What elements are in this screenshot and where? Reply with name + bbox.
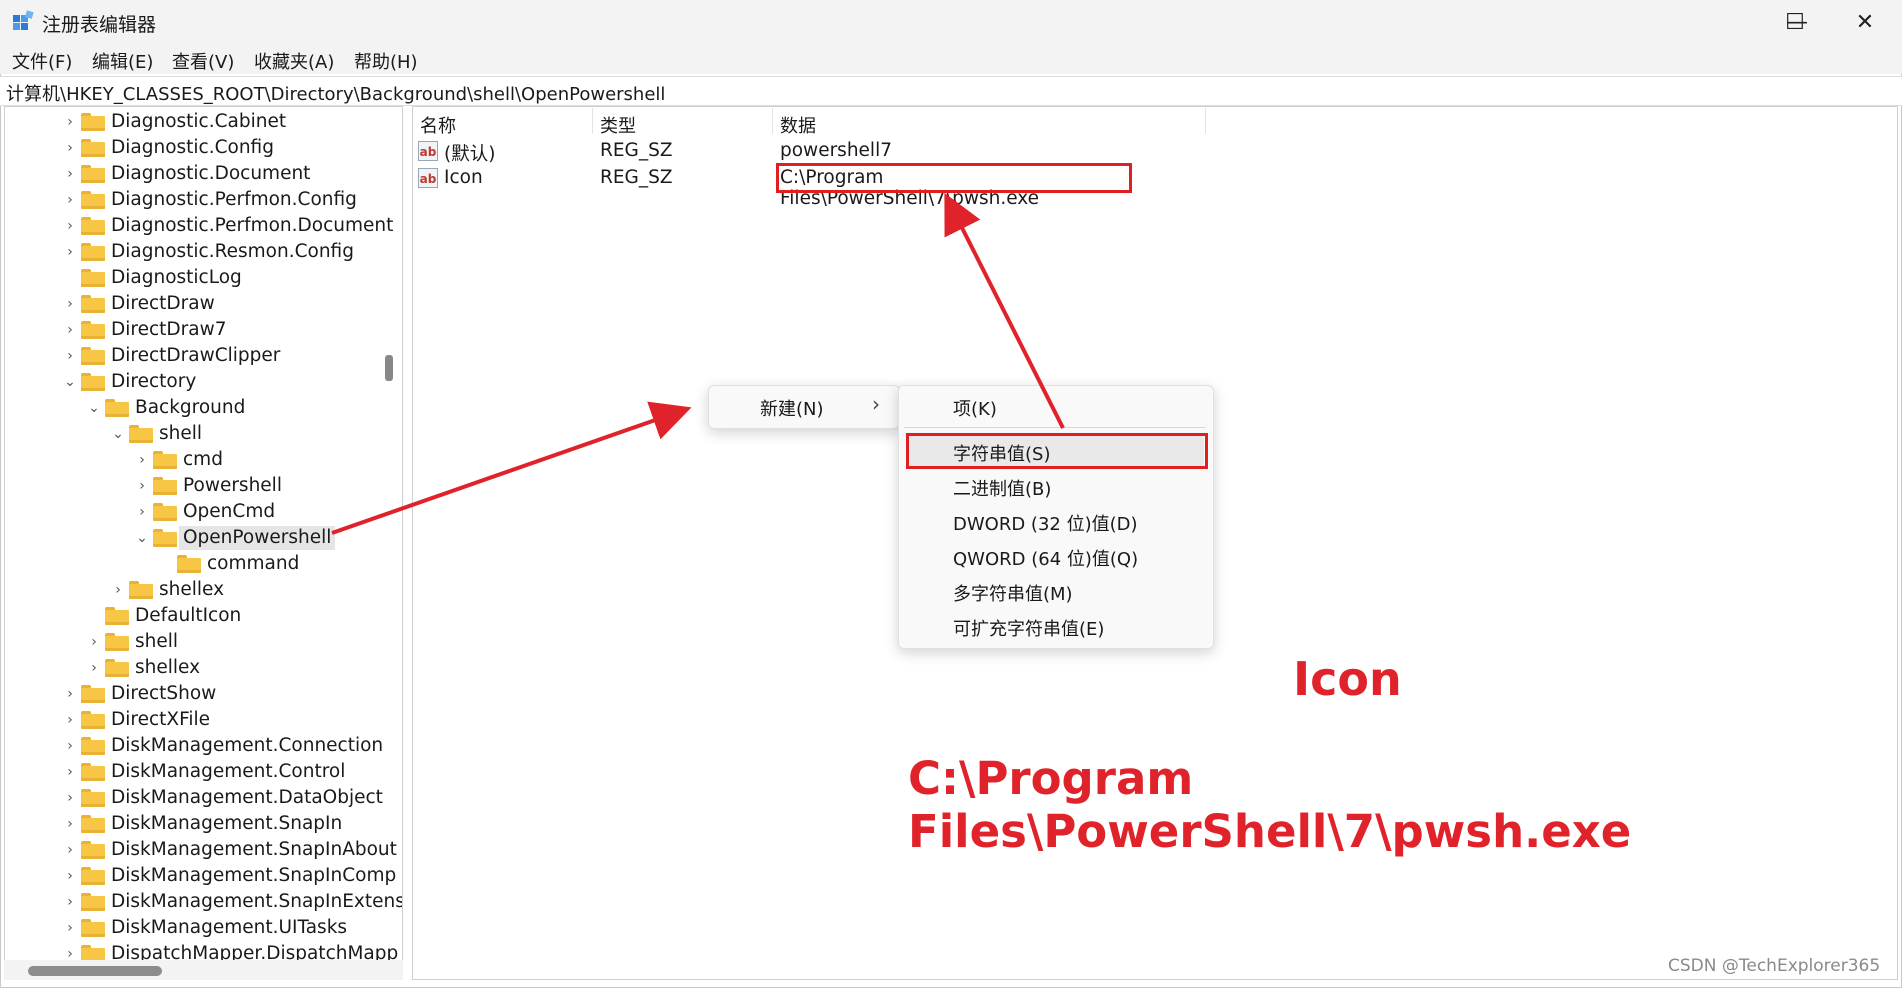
- watermark: CSDN @TechExplorer365: [1668, 956, 1881, 976]
- arrow-menu-to-value: [944, 192, 1065, 429]
- annotation-icon-label: Icon: [1293, 652, 1402, 706]
- arrow-tree-to-menu: [331, 401, 692, 535]
- annotation-path-label: C:\Program Files\PowerShell\7\pwsh.exe: [908, 752, 1632, 858]
